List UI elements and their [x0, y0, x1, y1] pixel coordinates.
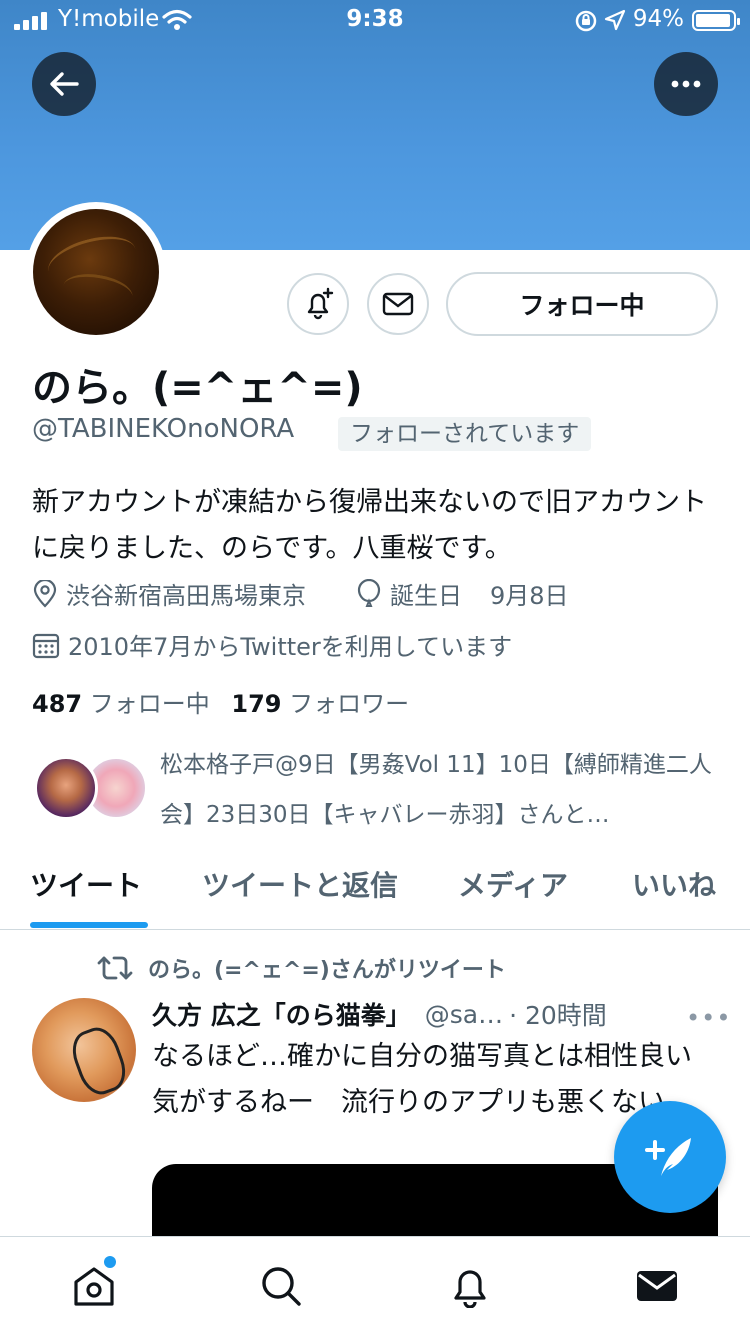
back-button[interactable] — [32, 52, 96, 116]
following-label: フォロー中 — [89, 690, 210, 718]
profile-bio: 新アカウントが凍結から復帰出来ないので旧アカウントに戻りました、のらです。八重桜… — [32, 487, 707, 564]
location-pin-icon — [33, 579, 57, 608]
tab-tweets[interactable]: ツイート — [30, 864, 142, 904]
tweet-header: 久方 広之「のら猫拳」 @sa… · 20時間 — [152, 996, 722, 1032]
compose-tweet-button[interactable] — [614, 1101, 726, 1213]
followed-by-summary[interactable]: 松本格子戸@9日【男姦Vol 11】10日【縛師精進二人会】23日30日【キャバ… — [32, 740, 722, 830]
following-button[interactable]: フォロー中 — [446, 272, 718, 336]
balloon-icon — [357, 578, 381, 607]
following-count: 487 — [32, 690, 83, 718]
nav-messages[interactable] — [632, 1261, 682, 1311]
home-icon — [74, 1267, 114, 1306]
profile-location: 渋谷新宿高田馬場東京 — [32, 576, 306, 611]
display-name: のら。(=^ェ^=) — [32, 365, 363, 411]
follower-avatar — [34, 756, 98, 820]
birthday-date: 9月8日 — [490, 582, 569, 610]
bell-plus-icon — [307, 287, 334, 320]
mail-icon — [637, 1271, 677, 1301]
calendar-icon — [32, 633, 60, 658]
tweet-author-name[interactable]: 久方 広之「のら猫拳」 — [152, 996, 411, 1032]
new-content-indicator — [104, 1256, 116, 1268]
rotation-lock-icon — [575, 10, 597, 32]
following-link[interactable]: 487 フォロー中 — [32, 690, 210, 718]
message-button[interactable] — [367, 273, 429, 335]
tab-media[interactable]: メディア — [458, 864, 568, 904]
bottom-navigation — [0, 1236, 750, 1334]
compose-tweet-icon — [645, 1138, 691, 1176]
profile-joined-date: 2010年7月からTwitterを利用しています — [32, 627, 512, 662]
profile-tabs: ツイート ツイートと返信 メディア いいね — [0, 850, 750, 930]
user-handle: @TABINEKOnoNORA — [32, 414, 295, 444]
profile-birthday: 誕生日 9月8日 — [356, 576, 569, 611]
followers-label: フォロワー — [289, 690, 410, 718]
tab-likes[interactable]: いいね — [632, 864, 716, 904]
more-options-button[interactable] — [654, 52, 718, 116]
search-icon — [262, 1267, 301, 1306]
more-icon — [671, 80, 701, 88]
followers-link[interactable]: 179 フォロワー — [231, 690, 409, 718]
bell-icon — [454, 1270, 486, 1308]
followers-count: 179 — [231, 690, 282, 718]
battery-percentage: 94% — [632, 6, 684, 32]
birthday-label: 誕生日 — [390, 582, 462, 610]
profile-avatar[interactable] — [26, 202, 166, 342]
tweet-text: なるほど…確かに自分の猫写真とは相性良い気がするねー 流行りのアプリも悪くない — [152, 1041, 692, 1118]
retweet-icon — [97, 956, 133, 980]
battery-icon — [692, 10, 740, 31]
retweet-context[interactable]: のら。(=^ェ^=)さんがリツイート — [96, 952, 506, 984]
follows-you-badge: フォローされています — [338, 417, 592, 451]
nav-notifications[interactable] — [445, 1261, 495, 1311]
location-text: 渋谷新宿高田馬場東京 — [66, 582, 306, 610]
notify-button[interactable] — [287, 273, 349, 335]
back-arrow-icon — [50, 72, 79, 96]
tab-tweets-and-replies[interactable]: ツイートと返信 — [202, 864, 398, 904]
nav-search[interactable] — [256, 1261, 306, 1311]
tweet-timestamp: · 20時間 — [509, 1001, 607, 1030]
tweet-more-button[interactable]: ••• — [686, 1004, 731, 1032]
tweet-author-avatar[interactable] — [32, 998, 136, 1102]
nav-home[interactable] — [69, 1261, 119, 1311]
status-bar: Y!mobile 9:38 94% — [0, 0, 750, 40]
active-tab-indicator — [30, 922, 148, 928]
location-services-icon — [604, 9, 626, 31]
followed-by-text: 松本格子戸@9日【男姦Vol 11】10日【縛師精進二人会】23日30日【キャバ… — [160, 752, 712, 828]
retweeted-by-text: のら。(=^ェ^=)さんがリツイート — [148, 958, 506, 983]
tweet-author-handle: @sa… — [424, 999, 504, 1029]
follow-stats: 487 フォロー中 179 フォロワー — [32, 684, 409, 719]
joined-text: 2010年7月からTwitterを利用しています — [68, 633, 513, 661]
envelope-icon — [382, 292, 414, 316]
